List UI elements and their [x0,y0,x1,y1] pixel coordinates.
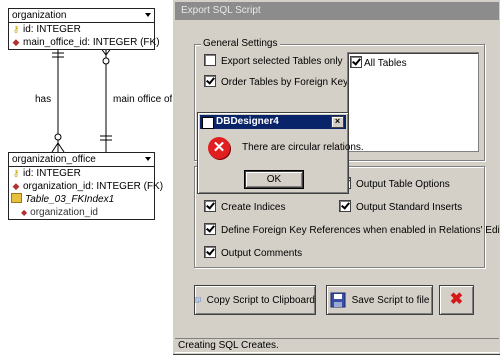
key-icon: ⚷ [12,24,20,34]
clipboard-icon [195,297,201,303]
index-column: ◆ organization_id [9,206,154,219]
export-selected-tables-checkbox[interactable]: Export selected Tables only [204,54,343,67]
foreign-key-icon: ◆ [12,37,20,47]
copy-to-clipboard-button[interactable]: Copy Script to Clipboard [194,285,316,315]
app-icon [202,117,214,129]
output-standard-inserts-checkbox[interactable]: Output Standard Inserts [339,200,462,213]
output-table-options-checkbox[interactable]: Output Table Options [339,177,450,190]
foreign-key-icon: ◆ [21,208,28,217]
table-name: organization [12,10,67,21]
button-label: OK [266,174,282,185]
checkbox[interactable] [204,75,216,87]
button-label: Copy Script to Clipboard [206,294,315,306]
save-to-file-button[interactable]: Save Script to file [326,285,433,315]
output-comments-checkbox[interactable]: Output Comments [204,246,302,259]
ok-button[interactable]: OK [244,170,304,189]
checkbox[interactable] [339,200,351,212]
window-title[interactable]: Export SQL Script [175,2,499,20]
checkbox-label: Export selected Tables only [221,56,343,67]
create-indices-checkbox[interactable]: Create Indices [204,200,285,213]
column-text: id: INTEGER [23,168,81,179]
table-header[interactable]: organization [9,9,154,23]
group-title: General Settings [201,38,280,50]
status-bar: Creating SQL Creates. [175,338,499,353]
floppy-disk-icon [330,292,346,308]
checkbox-label: Order Tables by Foreign Keys [221,77,354,88]
index-icon [11,193,22,203]
column-text: main_office_id: INTEGER (FK) [23,37,160,48]
close-button[interactable]: ✖ [439,285,474,315]
foreign-key-icon: ◆ [12,181,20,191]
relation-label-main-office-of: main office of [112,94,174,106]
checkbox-label: Output Standard Inserts [356,202,463,213]
index-column-text: organization_id [30,207,98,218]
checkbox[interactable] [350,56,362,68]
checkbox[interactable] [204,54,216,66]
chevron-down-icon[interactable] [145,13,151,17]
key-icon: ⚷ [12,168,20,178]
table-column: ⚷ id: INTEGER [9,167,154,180]
dialog-title-text: DBDesigner4 [216,116,279,127]
table-column: ⚷ id: INTEGER [9,23,154,36]
order-by-fk-checkbox[interactable]: Order Tables by Foreign Keys [204,75,353,88]
checkbox-label: Create Indices [221,202,286,213]
button-label: Save Script to file [351,294,430,306]
chevron-down-icon[interactable] [145,157,151,161]
relation-label-has: has [34,94,53,106]
dialog-message: There are circular relations. [242,142,364,153]
column-text: organization_id: INTEGER (FK) [23,181,164,192]
list-item[interactable]: All Tables [350,56,407,69]
table-index: Table_03_FKIndex1 [9,193,154,206]
checkbox-label: Output Table Options [356,179,450,190]
column-text: id: INTEGER [23,24,81,35]
table-organization-office[interactable]: organization_office ⚷ id: INTEGER ◆ organi… [8,152,164,220]
table-organization[interactable]: organization ⚷ id: INTEGER ◆ main_office_i… [8,8,160,50]
checkbox[interactable] [204,246,216,258]
dialog-title[interactable]: DBDesigner4 × [200,115,346,129]
checkbox[interactable] [204,223,216,235]
checkbox-label: Define Foreign Key References when enabl… [221,225,500,236]
define-fk-references-checkbox[interactable]: Define Foreign Key References when enabl… [204,223,500,236]
table-list[interactable]: All Tables [347,52,479,152]
list-item-label: All Tables [364,58,407,69]
close-icon[interactable]: × [331,116,344,128]
message-dialog: DBDesigner4 × ✕ There are circular relat… [197,112,364,194]
table-header[interactable]: organization_office [9,153,154,167]
table-column: ◆ main_office_id: INTEGER (FK) [9,36,160,49]
error-icon: ✕ [208,137,230,159]
close-icon: ✖ [449,291,464,308]
index-name: Table_03_FKIndex1 [25,194,115,205]
checkbox-label: Output Comments [221,248,303,259]
table-name: organization_office [12,154,96,165]
table-column: ◆ organization_id: INTEGER (FK) [9,180,164,193]
checkbox[interactable] [204,200,216,212]
